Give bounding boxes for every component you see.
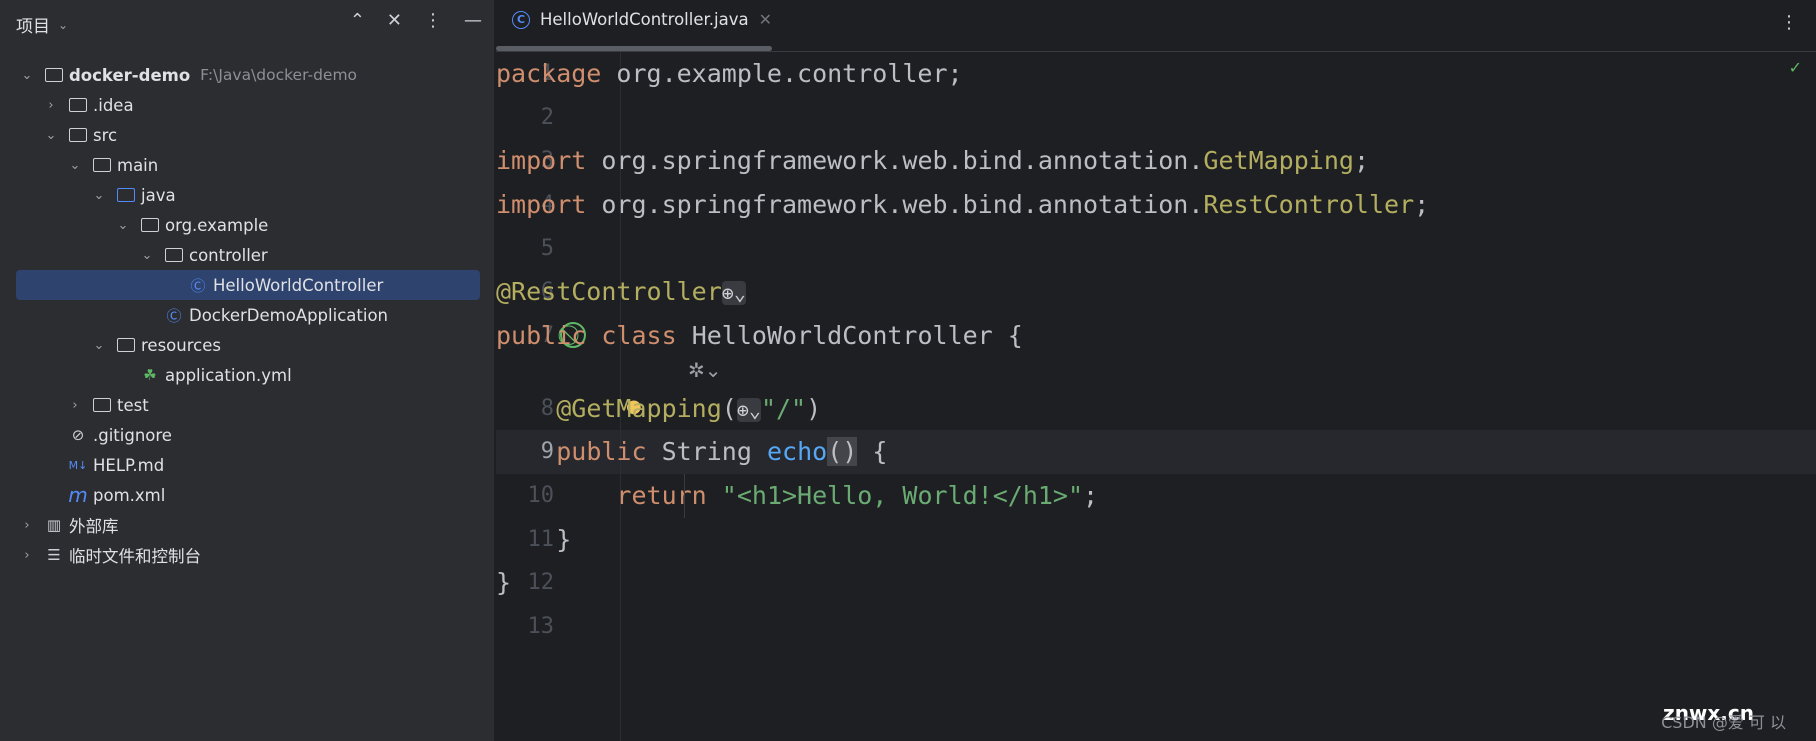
spring-config-icon: ☘ bbox=[143, 366, 157, 384]
folder-icon bbox=[68, 126, 88, 144]
chevron-right-icon[interactable]: › bbox=[68, 398, 82, 413]
code-line-10[interactable]: return "<h1>Hello, World!</h1>"; bbox=[496, 474, 1816, 518]
tree-item[interactable]: ⌄ controller bbox=[0, 240, 480, 270]
tree-item-label: application.yml bbox=[165, 365, 292, 385]
tree-item[interactable]: ⌄ resources bbox=[0, 330, 480, 360]
chevron-right-icon[interactable]: › bbox=[44, 98, 58, 113]
tree-item[interactable]: › test bbox=[0, 390, 480, 420]
class-icon: C bbox=[512, 10, 530, 29]
chevron-down-icon: ⌄ bbox=[58, 17, 69, 32]
close-icon[interactable]: ✕ bbox=[759, 10, 772, 29]
line-number[interactable]: 13 bbox=[496, 605, 555, 649]
tree-item[interactable]: ⌄ docker-demo F:\Java\docker-demo bbox=[0, 60, 480, 90]
scratches-icon: ☰ bbox=[47, 546, 61, 564]
project-panel-title[interactable]: 项目 ⌄ bbox=[16, 12, 68, 37]
tree-item-label: controller bbox=[189, 245, 268, 265]
globe-endpoint-icon[interactable]: ⊕⌄ bbox=[721, 281, 746, 305]
code-line-1[interactable]: package org.example.controller; bbox=[496, 52, 1816, 96]
chevron-down-icon[interactable]: ⌄ bbox=[92, 338, 106, 353]
tree-item-label: 外部库 bbox=[69, 517, 119, 536]
module-folder-icon bbox=[44, 66, 64, 84]
package-icon bbox=[140, 216, 160, 234]
code-line-4[interactable]: import org.springframework.web.bind.anno… bbox=[496, 183, 1816, 227]
resources-folder-icon bbox=[116, 336, 136, 354]
panel-title: 项目 bbox=[16, 17, 50, 37]
code-line-11[interactable]: } bbox=[496, 518, 1816, 562]
tree-item-label: java bbox=[141, 185, 176, 205]
code-line-3[interactable]: import org.springframework.web.bind.anno… bbox=[496, 139, 1816, 183]
collapse-all-icon[interactable]: ✕ bbox=[387, 10, 402, 31]
code-line-8[interactable]: @GetMapping(⊕⌄"/") bbox=[496, 387, 1816, 431]
watermark-text: CSDN @爱 可 以 bbox=[1661, 713, 1786, 732]
tree-item[interactable]: ☘ application.yml bbox=[0, 360, 480, 390]
chevron-down-icon[interactable]: ⌄ bbox=[44, 128, 58, 143]
tab-helloworldcontroller[interactable]: C HelloWorldController.java ✕ bbox=[512, 10, 772, 29]
tree-item-label: org.example bbox=[165, 215, 269, 235]
class-icon: Ⓒ bbox=[190, 276, 206, 295]
maven-icon: m bbox=[68, 483, 88, 507]
tree-item[interactable]: ⌄ java bbox=[0, 180, 480, 210]
folder-icon bbox=[92, 156, 112, 174]
tree-item-label: .gitignore bbox=[93, 425, 172, 445]
source-folder-icon bbox=[116, 186, 136, 204]
tree-item[interactable]: › ☰ 临时文件和控制台 bbox=[0, 540, 480, 570]
minimize-icon[interactable]: — bbox=[464, 10, 482, 31]
chevron-right-icon[interactable]: › bbox=[20, 518, 34, 533]
tree-item-label: 临时文件和控制台 bbox=[69, 547, 201, 566]
code-line-12[interactable]: } bbox=[496, 561, 1816, 605]
library-icon: ▥ bbox=[46, 516, 62, 534]
chevron-right-icon[interactable]: › bbox=[20, 548, 34, 563]
chevron-down-icon[interactable]: ⌄ bbox=[140, 248, 154, 263]
tree-item[interactable]: ⌄ org.example bbox=[0, 210, 480, 240]
tree-item[interactable]: › .idea bbox=[0, 90, 480, 120]
spring-boot-class-icon: Ⓒ bbox=[166, 306, 182, 325]
indent-guide bbox=[684, 474, 685, 518]
gitignore-icon: ⊘ bbox=[71, 426, 85, 444]
more-icon[interactable]: ⋮ bbox=[424, 10, 442, 31]
code-line-7[interactable]: public class HelloWorldController { bbox=[496, 314, 1816, 358]
more-icon[interactable]: ⋮ bbox=[1780, 12, 1798, 33]
tab-underline bbox=[496, 46, 772, 51]
tree-item[interactable]: › ▥ 外部库 bbox=[0, 510, 480, 540]
tree-item-label: test bbox=[117, 395, 149, 415]
ai-assistant-inlay-icon[interactable]: ✲⌄ bbox=[688, 358, 722, 382]
tree-item-label: docker-demo bbox=[69, 65, 191, 85]
tree-item-label: pom.xml bbox=[93, 485, 166, 505]
chevron-down-icon[interactable]: ⌄ bbox=[68, 158, 82, 173]
code-line-9[interactable]: public String echo() { bbox=[496, 430, 1816, 474]
folder-icon bbox=[68, 96, 88, 114]
tree-item[interactable]: m pom.xml bbox=[0, 480, 480, 510]
chevron-down-icon[interactable]: ⌄ bbox=[20, 68, 34, 83]
package-icon bbox=[164, 246, 184, 264]
project-panel: 项目 ⌄ ⌃ ✕ ⋮ — ⌄ docker-demo F:\Java\docker-d… bbox=[0, 0, 495, 741]
chevron-down-icon[interactable]: ⌄ bbox=[116, 218, 130, 233]
tree-item-label: src bbox=[93, 125, 118, 145]
tree-item[interactable]: Ⓒ DockerDemoApplication bbox=[0, 300, 480, 330]
folder-icon bbox=[92, 396, 112, 414]
globe-endpoint-icon[interactable]: ⊕⌄ bbox=[736, 398, 761, 422]
tab-bar: C HelloWorldController.java ✕ ⋮ bbox=[496, 0, 1816, 52]
line-number[interactable]: 5 bbox=[496, 227, 554, 271]
code-line-6[interactable]: @RestController⊕⌄ bbox=[496, 270, 1816, 314]
tree-item-label: main bbox=[117, 155, 159, 175]
tree-item-label: resources bbox=[141, 335, 221, 355]
project-path: F:\Java\docker-demo bbox=[200, 66, 358, 84]
tree-item-label: HelloWorldController bbox=[213, 275, 384, 295]
tree-item[interactable]: M↓ HELP.md bbox=[0, 450, 480, 480]
tree-item[interactable]: ⊘ .gitignore bbox=[0, 420, 480, 450]
tree-item[interactable]: ⌄ src bbox=[0, 120, 480, 150]
editor: C HelloWorldController.java ✕ ⋮ ✓ 123456… bbox=[496, 0, 1816, 741]
tree-item-label: .idea bbox=[93, 95, 134, 115]
tree-item[interactable]: ⌄ main bbox=[0, 150, 480, 180]
tree-item-label: DockerDemoApplication bbox=[189, 305, 388, 325]
tree-item[interactable]: Ⓒ HelloWorldController bbox=[16, 270, 480, 300]
markdown-icon: M↓ bbox=[68, 458, 88, 472]
tree-item-label: HELP.md bbox=[93, 455, 165, 475]
chevron-down-icon[interactable]: ⌄ bbox=[92, 188, 106, 203]
expand-all-icon[interactable]: ⌃ bbox=[350, 10, 365, 31]
line-number[interactable]: 2 bbox=[496, 96, 554, 140]
tab-label: HelloWorldController.java bbox=[540, 10, 749, 29]
